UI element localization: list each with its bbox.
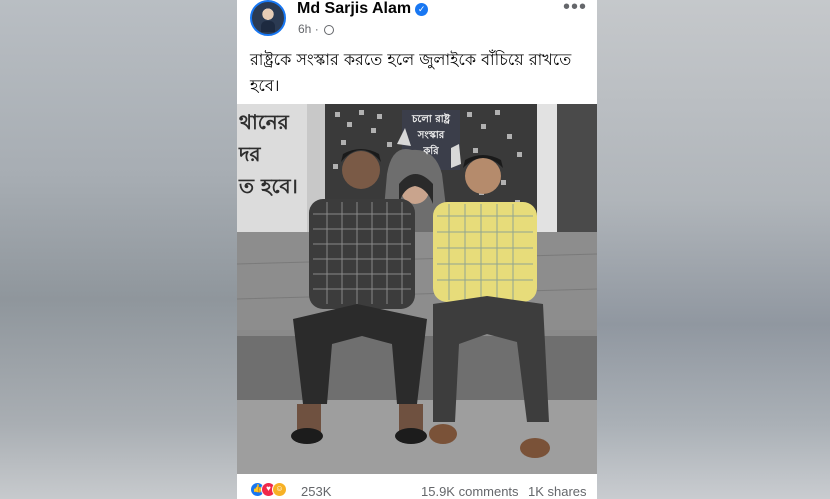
post-time[interactable]: 6h	[298, 22, 311, 36]
verified-badge-icon: ✓	[415, 3, 429, 16]
author-name[interactable]: Md Sarjis Alam	[297, 0, 411, 17]
care-icon: ☺	[272, 482, 287, 497]
post-caption: রাষ্ট্রকে সংস্কার করতে হলে জুলাইকে বাঁচি…	[250, 50, 572, 95]
poster-text-line: সংস্কার	[417, 130, 445, 141]
wall-text-line: দর	[239, 142, 261, 166]
post-stats-bar: 👍 ♥ ☺ 253K 15.9K comments 1K shares	[237, 478, 597, 499]
wall-text-line: থানের	[239, 110, 289, 134]
comments-count[interactable]: 15.9K comments	[421, 484, 519, 499]
more-options-icon[interactable]: •••	[563, 0, 587, 19]
wall-text-left: থানের দর ত হবে।	[239, 106, 309, 202]
shares-count[interactable]: 1K shares	[528, 484, 587, 499]
post-header: Md Sarjis Alam ✓ 6h · •••	[237, 0, 597, 40]
author-avatar[interactable]	[250, 0, 286, 36]
post-photo[interactable]: থানের দর ত হবে। চলো রাষ্ট্র সংস্কার করি	[237, 104, 597, 474]
poster-text: চলো রাষ্ট্র সংস্কার করি	[403, 112, 459, 160]
author-name-row: Md Sarjis Alam ✓	[297, 0, 429, 18]
reactions-count[interactable]: 253K	[301, 484, 331, 499]
background-blur-right	[597, 0, 830, 499]
post-meta: 6h ·	[298, 22, 335, 36]
facebook-post-card: Md Sarjis Alam ✓ 6h · ••• রাষ্ট্রকে সংস্ক…	[237, 0, 597, 499]
poster-text-line: করি	[423, 146, 439, 157]
globe-icon	[324, 25, 335, 35]
wall-text-line: ত হবে।	[239, 174, 298, 198]
background-blur-left	[0, 0, 237, 499]
poster-text-line: চলো রাষ্ট্র	[411, 114, 451, 125]
